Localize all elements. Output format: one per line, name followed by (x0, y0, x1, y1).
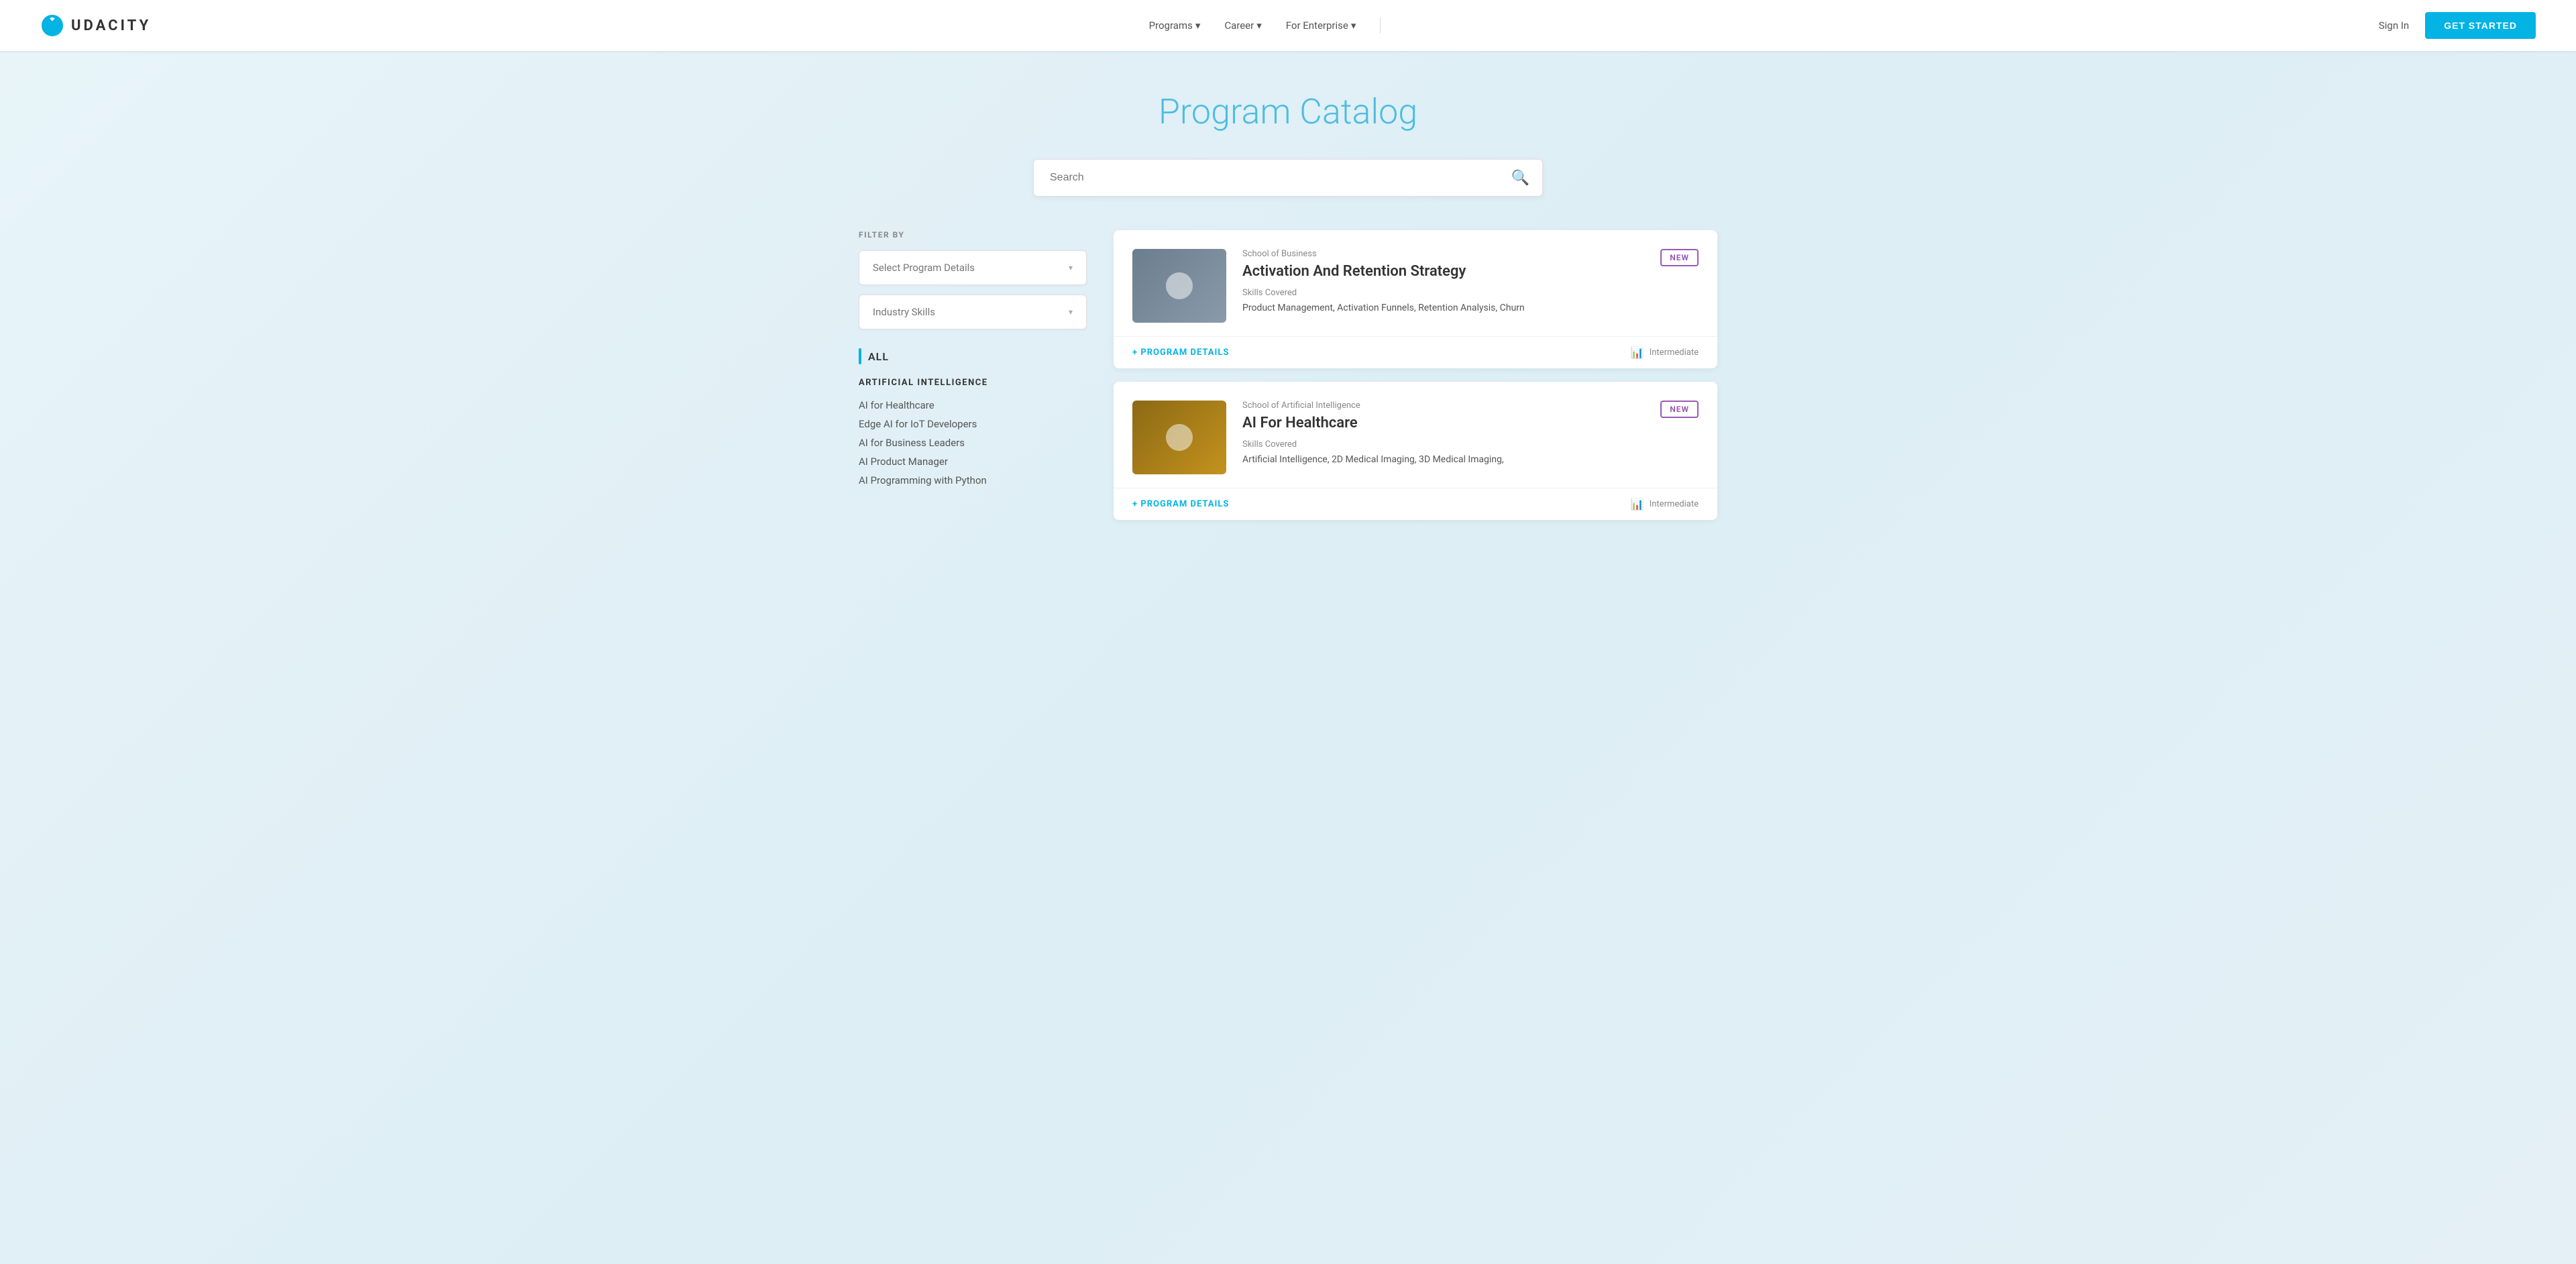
nav-programs-label: Programs (1149, 19, 1193, 32)
card-skills-activation: Product Management, Activation Funnels, … (1242, 301, 1644, 315)
get-started-button[interactable]: GET STARTED (2425, 12, 2536, 39)
program-card-activation: School of Business Activation And Retent… (1114, 230, 1717, 368)
chevron-down-icon: ▾ (1069, 263, 1073, 272)
nav-career-label: Career (1224, 19, 1254, 32)
bar-chart-icon-ai: 📊 (1631, 498, 1644, 511)
active-bar (859, 348, 861, 364)
navbar: UDACITY Programs ▾ Career ▾ For Enterpri… (0, 0, 2576, 51)
udacity-thumb-icon (1163, 270, 1195, 302)
nav-divider (1380, 17, 1381, 34)
card-skills-label-activation: Skills Covered (1242, 288, 1644, 298)
search-icon: 🔍 (1511, 169, 1529, 186)
sidebar-category-ai: ARTIFICIAL INTELLIGENCE AI for Healthcar… (859, 378, 1087, 490)
udacity-logo-icon (40, 13, 64, 38)
card-title-ai: AI For Healthcare (1242, 415, 1644, 431)
card-badge-activation: NEW (1660, 249, 1699, 266)
card-footer-ai: + PROGRAM DETAILS 📊 Intermediate (1114, 488, 1717, 520)
card-school-activation: School of Business (1242, 249, 1644, 259)
bar-chart-icon: 📊 (1631, 346, 1644, 359)
card-top: School of Business Activation And Retent… (1114, 230, 1717, 336)
card-footer-activation: + PROGRAM DETAILS 📊 Intermediate (1114, 336, 1717, 368)
card-badge-ai: NEW (1660, 401, 1699, 418)
card-skills-label-ai: Skills Covered (1242, 439, 1644, 450)
nav-right: Sign In GET STARTED (2379, 12, 2536, 39)
card-body-ai: School of Artificial Intelligence AI For… (1242, 401, 1644, 467)
main-layout: FILTER BY Select Program Details ▾ Indus… (859, 230, 1717, 520)
nav-career[interactable]: Career ▾ (1224, 19, 1261, 32)
chevron-down-icon: ▾ (1256, 19, 1262, 32)
search-bar-wrapper: 🔍 (1033, 159, 1543, 197)
chevron-down-icon: ▾ (1069, 307, 1073, 317)
select-program-details-dropdown[interactable]: Select Program Details ▾ (859, 250, 1087, 285)
card-thumbnail-ai (1132, 401, 1226, 474)
filter-by-label: FILTER BY (859, 230, 1087, 240)
card-skills-ai: Artificial Intelligence, 2D Medical Imag… (1242, 452, 1644, 467)
sidebar-item-ai-healthcare[interactable]: AI for Healthcare (859, 396, 1087, 415)
sidebar-item-ai-pm[interactable]: AI Product Manager (859, 452, 1087, 471)
sidebar: FILTER BY Select Program Details ▾ Indus… (859, 230, 1087, 503)
industry-skills-dropdown[interactable]: Industry Skills ▾ (859, 295, 1087, 329)
card-thumbnail-business (1132, 249, 1226, 323)
industry-skills-label: Industry Skills (873, 306, 935, 318)
card-title-activation: Activation And Retention Strategy (1242, 263, 1644, 280)
nav-enterprise-label: For Enterprise (1286, 19, 1348, 32)
udacity-thumb-icon-ai (1163, 421, 1195, 454)
page-content: Program Catalog 🔍 FILTER BY Select Progr… (818, 51, 1758, 547)
level-label-ai: Intermediate (1650, 499, 1699, 509)
sidebar-item-edge-ai[interactable]: Edge AI for IoT Developers (859, 415, 1087, 433)
sidebar-category-title: ARTIFICIAL INTELLIGENCE (859, 378, 1087, 388)
nav-enterprise[interactable]: For Enterprise ▾ (1286, 19, 1356, 32)
sidebar-all-label: ALL (868, 350, 889, 363)
logo-text: UDACITY (71, 17, 151, 34)
level-indicator-ai: 📊 Intermediate (1631, 498, 1699, 511)
search-button[interactable]: 🔍 (1511, 169, 1529, 187)
select-program-details-label: Select Program Details (873, 262, 975, 274)
nav-programs[interactable]: Programs ▾ (1149, 19, 1201, 32)
program-details-link-activation[interactable]: + PROGRAM DETAILS (1132, 348, 1229, 358)
level-label-activation: Intermediate (1650, 348, 1699, 358)
page-title: Program Catalog (859, 91, 1717, 132)
sidebar-nav: ALL ARTIFICIAL INTELLIGENCE AI for Healt… (859, 348, 1087, 490)
chevron-down-icon: ▾ (1351, 19, 1356, 32)
sidebar-item-ai-business[interactable]: AI for Business Leaders (859, 433, 1087, 452)
card-body-activation: School of Business Activation And Retent… (1242, 249, 1644, 315)
card-top-ai: School of Artificial Intelligence AI For… (1114, 382, 1717, 488)
card-school-ai: School of Artificial Intelligence (1242, 401, 1644, 411)
logo[interactable]: UDACITY (40, 13, 151, 38)
search-input[interactable] (1033, 159, 1543, 197)
sidebar-item-ai-python[interactable]: AI Programming with Python (859, 471, 1087, 490)
chevron-down-icon: ▾ (1195, 19, 1201, 32)
program-card-ai-healthcare: School of Artificial Intelligence AI For… (1114, 382, 1717, 520)
nav-links: Programs ▾ Career ▾ For Enterprise ▾ (1149, 17, 1381, 34)
program-details-link-ai[interactable]: + PROGRAM DETAILS (1132, 499, 1229, 509)
level-indicator-activation: 📊 Intermediate (1631, 346, 1699, 359)
cards-area: School of Business Activation And Retent… (1114, 230, 1717, 520)
sidebar-all-item[interactable]: ALL (859, 348, 1087, 364)
sign-in-link[interactable]: Sign In (2379, 19, 2409, 32)
